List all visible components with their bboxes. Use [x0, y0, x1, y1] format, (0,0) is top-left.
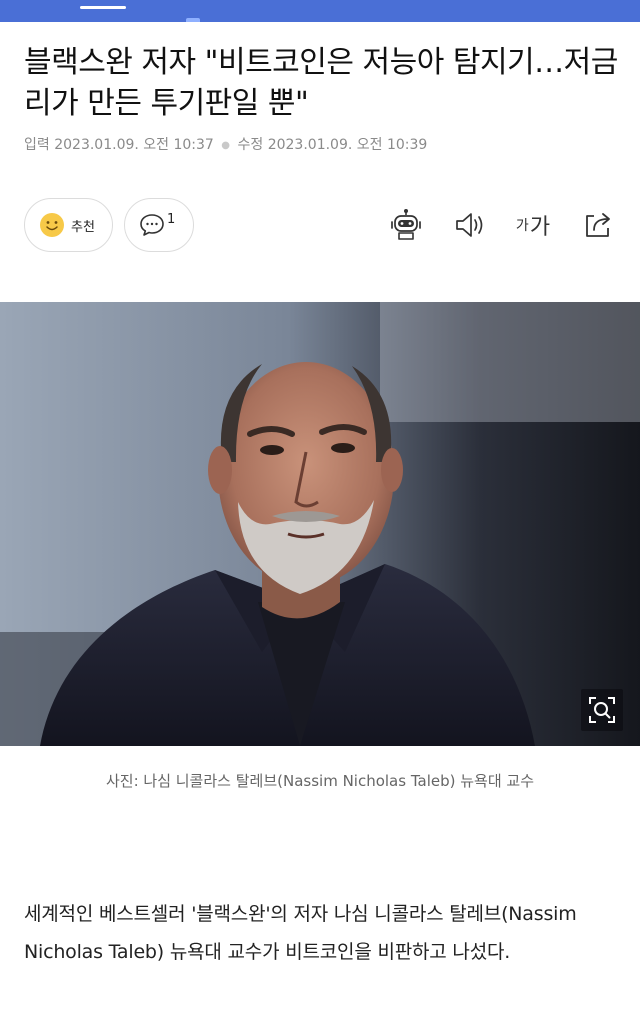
published-time: 2023.01.09. 오전 10:37 [54, 137, 214, 153]
smiley-icon [40, 213, 64, 237]
photo-caption: 사진: 나심 니콜라스 탈레브(Nassim Nicholas Taleb) 뉴… [105, 772, 535, 790]
robot-icon [391, 209, 421, 240]
recommend-button[interactable]: 추천 [24, 198, 113, 252]
speaker-icon [456, 213, 483, 237]
font-size-small-glyph: 가 [515, 218, 529, 234]
comment-button[interactable]: 1 [124, 198, 194, 252]
nav-notch [186, 18, 200, 22]
top-nav-bar [0, 0, 640, 22]
meta-separator: ● [221, 139, 231, 151]
comment-count: 1 [167, 211, 176, 227]
article-meta: 입력 2023.01.09. 오전 10:37 ● 수정 2023.01.09.… [24, 134, 427, 154]
font-size-button[interactable]: 가 가 [513, 206, 553, 244]
speech-bubble-icon [140, 214, 164, 236]
text-to-speech-button[interactable] [452, 206, 488, 244]
active-tab-indicator [80, 6, 126, 9]
modified-time: 2023.01.09. 오전 10:39 [267, 137, 428, 153]
image-zoom-button[interactable] [581, 689, 623, 731]
portrait-photo [0, 302, 640, 746]
article-photo [0, 302, 640, 746]
image-zoom-icon [589, 697, 615, 723]
published-label: 입력 [24, 137, 50, 153]
font-size-large-glyph: 가 [529, 215, 551, 240]
share-icon [586, 213, 610, 237]
modified-label: 수정 [237, 137, 264, 153]
article-title: 블랙스완 저자 "비트코인은 저능아 탐지기…저금리가 만든 투기판일 뿐" [24, 45, 618, 121]
share-button[interactable] [580, 206, 616, 244]
recommend-label: 추천 [71, 219, 95, 235]
article-body: 세계적인 베스트셀러 '블랙스완'의 저자 나심 니콜라스 탈레브(Nassim… [24, 903, 577, 963]
ai-summary-button[interactable] [388, 206, 424, 244]
